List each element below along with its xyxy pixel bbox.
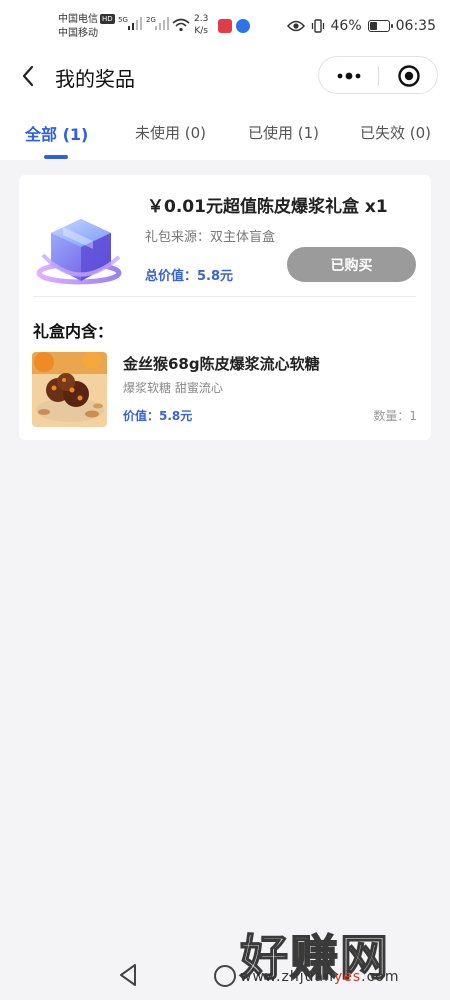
watermark-url-highlight: yes [333, 969, 362, 985]
product-name: 金丝猴68g陈皮爆浆流心软糖 [123, 355, 320, 373]
nav-back-icon[interactable] [116, 962, 140, 988]
watermark-url: www.zhjuanyes.com [240, 969, 400, 985]
candy-product-image [32, 352, 107, 427]
more-dots-icon [337, 72, 360, 80]
page-title: 我的奖品 [55, 67, 135, 91]
tab-expired[interactable]: 已失效 (0) [360, 122, 431, 143]
battery-percent: 46% [330, 18, 362, 34]
active-tab-indicator [44, 155, 68, 159]
site-watermark: 好赚网 www.zhjuanyes.com [239, 918, 435, 988]
mini-program-capsule [318, 56, 438, 94]
carrier-2: 中国移动 [58, 28, 98, 39]
product-description: 爆浆软糖 甜蜜流心 [123, 381, 223, 395]
prize-title: ￥0.01元超值陈皮爆浆礼盒 x1 [147, 197, 388, 217]
carrier-info: 中国电信 HD 中国移动 [58, 13, 115, 41]
carrier-1: 中国电信 [58, 14, 98, 25]
prize-total-value: 总价值：5.8元 [145, 269, 234, 284]
target-close-icon [397, 65, 420, 87]
battery-icon [367, 20, 393, 32]
prize-source: 礼包来源：双主体盲盒 [145, 230, 276, 245]
gift-box-image [36, 219, 122, 285]
card-divider [33, 296, 416, 297]
page-header: 我的奖品 [0, 52, 450, 100]
speed-value: 2.3 [194, 14, 209, 24]
hd-badge: HD [100, 14, 115, 24]
wifi-icon [172, 18, 190, 32]
watermark-url-prefix: www.zhjuan [240, 969, 334, 985]
speed-unit: K/s [194, 26, 208, 36]
chevron-left-icon [22, 65, 34, 87]
music-app-icon [236, 19, 250, 33]
status-right: 46% 06:35 [286, 18, 436, 34]
clock: 06:35 [395, 18, 436, 34]
watermark-url-suffix: .com [361, 969, 400, 985]
tab-all[interactable]: 全部 (1) [25, 121, 88, 145]
signal-icon [128, 17, 142, 30]
product-price: 价值：5.8元 [123, 409, 193, 423]
prize-tabs: 全部 (1) 未使用 (0) 已使用 (1) 已失效 (0) [0, 100, 450, 160]
purchased-button[interactable]: 已购买 [287, 247, 416, 282]
signal-icon-2 [155, 17, 169, 30]
eye-icon [286, 20, 305, 32]
battery-level [369, 22, 378, 30]
more-menu-button[interactable] [319, 57, 378, 95]
product-quantity: 数量：1 [373, 409, 417, 423]
network-speed: 2.3 K/s [194, 13, 208, 37]
vibrate-icon [311, 19, 324, 33]
tab-used[interactable]: 已使用 (1) [248, 122, 319, 143]
nav-home-icon[interactable] [214, 965, 236, 987]
back-button[interactable] [14, 62, 42, 90]
tab-unused[interactable]: 未使用 (0) [135, 122, 206, 143]
close-miniprogram-button[interactable] [379, 57, 438, 95]
box-contents-heading: 礼盒内含： [33, 322, 114, 341]
prize-card[interactable]: ￥0.01元超值陈皮爆浆礼盒 x1 礼包来源：双主体盲盒 总价值：5.8元 已购… [19, 175, 431, 440]
status-bar: 中国电信 HD 中国移动 5G 2G 2.3 K/s 46% 06:35 [0, 0, 450, 52]
notification-app-icon [218, 19, 232, 33]
